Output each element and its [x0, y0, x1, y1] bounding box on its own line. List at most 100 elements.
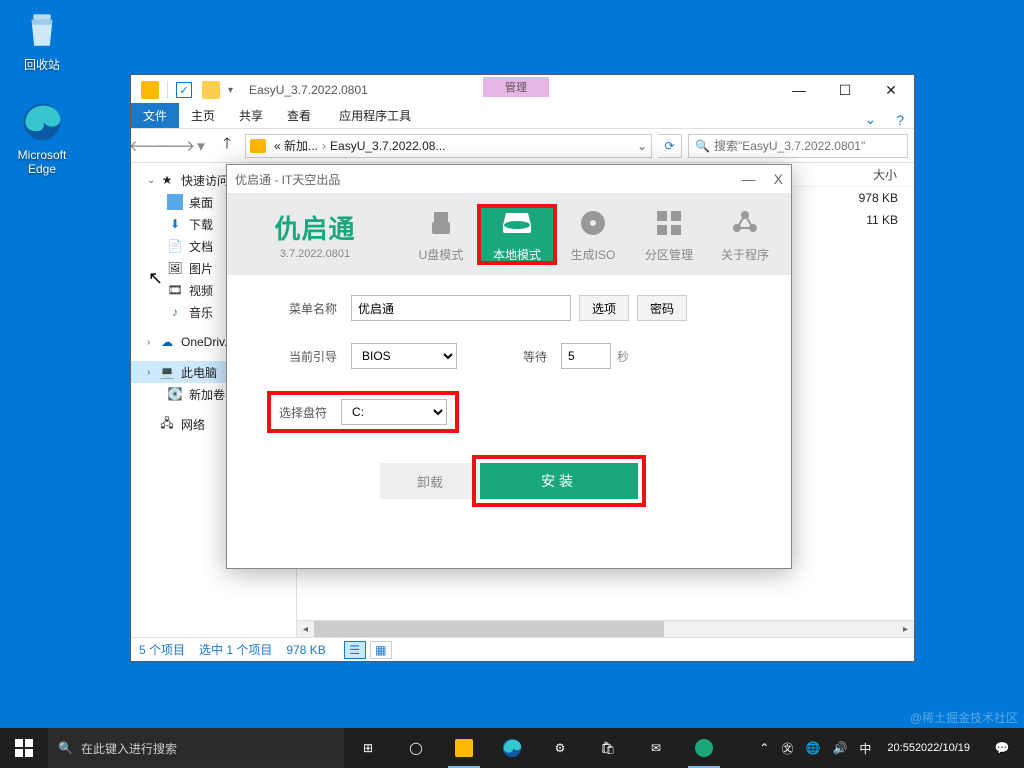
- start-button[interactable]: [0, 728, 48, 768]
- minimize-button[interactable]: —: [742, 171, 756, 187]
- easyu-taskbar-button[interactable]: [680, 728, 728, 768]
- easyu-header: 仇启通 3.7.2022.0801 U盘模式 本地模式 生成ISO 分区管理: [227, 193, 791, 275]
- window-controls: ― ☐ ✕: [776, 75, 914, 105]
- recycle-bin-icon: [18, 6, 66, 54]
- system-tray: ⌃ ㉆ 🌐 🔊 中 20:55 2022/10/19 💬: [753, 728, 1024, 768]
- store-taskbar-button[interactable]: 🛍: [584, 728, 632, 768]
- tray-clock[interactable]: 20:55 2022/10/19: [877, 728, 980, 768]
- tab-view[interactable]: 查看: [275, 103, 323, 128]
- tab-file[interactable]: 文件: [131, 103, 179, 128]
- onedrive-icon: ☁: [159, 334, 175, 350]
- easyu-titlebar[interactable]: 优启通 - IT天空出品 — X: [227, 165, 791, 193]
- taskbar-search[interactable]: 🔍 在此键入进行搜索: [48, 728, 344, 768]
- breadcrumb-segment[interactable]: EasyU_3.7.2022.08...: [330, 139, 445, 153]
- tray-language-button[interactable]: 中: [853, 728, 877, 768]
- boot-label: 当前引导: [267, 348, 337, 365]
- explorer-search[interactable]: 🔍: [688, 134, 908, 158]
- tab-share[interactable]: 共享: [227, 103, 275, 128]
- easyu-window: 优启通 - IT天空出品 — X 仇启通 3.7.2022.0801 U盘模式 …: [226, 164, 792, 569]
- tab-partition[interactable]: 分区管理: [631, 206, 707, 263]
- about-icon: [728, 206, 762, 240]
- mail-taskbar-button[interactable]: ✉: [632, 728, 680, 768]
- cortana-button[interactable]: ◯: [392, 728, 440, 768]
- easyu-actions: 卸载 安装: [267, 463, 751, 499]
- view-large-button[interactable]: ▦: [370, 641, 392, 659]
- tray-overflow-button[interactable]: ⌃: [753, 728, 775, 768]
- watermark: @稀土掘金技术社区: [910, 709, 1018, 726]
- desktop-icon-label: Microsoft Edge: [6, 148, 78, 176]
- menu-name-input[interactable]: [351, 295, 571, 321]
- ribbon-tabs: 文件 主页 共享 查看 应用程序工具 ⌄ ?: [131, 105, 914, 129]
- desktop-icon: [167, 194, 183, 210]
- nav-forward-button[interactable]: 🡒: [163, 134, 187, 158]
- tray-ime-button[interactable]: ㉆: [775, 728, 799, 768]
- star-icon: ★: [159, 172, 175, 188]
- maximize-button[interactable]: ☐: [822, 75, 868, 105]
- close-button[interactable]: X: [774, 171, 783, 187]
- qat-properties-button[interactable]: ✓: [176, 82, 192, 98]
- search-input[interactable]: [714, 139, 901, 153]
- search-placeholder: 在此键入进行搜索: [81, 740, 177, 757]
- drive-label: 选择盘符: [279, 404, 327, 421]
- address-dropdown-button[interactable]: ⌄: [637, 139, 647, 153]
- search-icon: 🔍: [58, 741, 73, 755]
- seconds-label: 秒: [617, 348, 629, 365]
- tray-volume-button[interactable]: 🔊: [826, 728, 853, 768]
- qat-customize-button[interactable]: ▾: [228, 85, 233, 96]
- taskbar: 🔍 在此键入进行搜索 ⊞ ◯ ⚙ 🛍 ✉ ⌃ ㉆ 🌐 🔊 中 20:55 202…: [0, 728, 1024, 768]
- mail-icon: ✉: [651, 741, 661, 755]
- breadcrumb-segment[interactable]: « 新加...: [274, 137, 318, 154]
- settings-taskbar-button[interactable]: ⚙: [536, 728, 584, 768]
- edge-taskbar-button[interactable]: [488, 728, 536, 768]
- drive-select-highlight: 选择盘符 C:: [267, 391, 459, 433]
- disc-icon: [576, 206, 610, 240]
- desktop-edge[interactable]: Microsoft Edge: [6, 98, 78, 176]
- uninstall-button[interactable]: 卸载: [380, 463, 480, 499]
- partition-icon: [652, 206, 686, 240]
- tab-apptools[interactable]: 应用程序工具: [327, 103, 423, 128]
- usb-icon: [424, 206, 458, 240]
- easyu-body: 菜单名称 选项 密码 当前引导 BIOS 等待 秒 选择盘符 C: 卸载 安装: [227, 275, 791, 568]
- tray-network-button[interactable]: 🌐: [799, 728, 826, 768]
- desktop-recycle-bin[interactable]: 回收站: [6, 6, 78, 73]
- ribbon-expand-button[interactable]: ⌄: [854, 111, 886, 128]
- column-size[interactable]: 大小: [844, 166, 914, 183]
- help-button[interactable]: ?: [886, 112, 914, 128]
- window-title: EasyU_3.7.2022.0801: [249, 83, 368, 97]
- edge-icon: [501, 737, 523, 759]
- close-button[interactable]: ✕: [868, 75, 914, 105]
- explorer-taskbar-button[interactable]: [440, 728, 488, 768]
- version-text: 3.7.2022.0801: [227, 248, 403, 260]
- install-button[interactable]: 安装: [480, 463, 638, 499]
- refresh-button[interactable]: ⟳: [658, 134, 682, 158]
- file-size: 11 KB: [844, 213, 914, 227]
- tab-about[interactable]: 关于程序: [707, 206, 783, 263]
- password-button[interactable]: 密码: [637, 295, 687, 321]
- nav-recent-button[interactable]: ▾: [189, 134, 213, 158]
- tab-local-mode[interactable]: 本地模式: [479, 206, 555, 263]
- scrollbar-thumb[interactable]: [314, 621, 664, 638]
- address-bar[interactable]: « 新加... › EasyU_3.7.2022.08... ⌄: [245, 134, 652, 158]
- nav-up-button[interactable]: 🡑: [215, 134, 239, 158]
- gear-icon: ⚙: [555, 741, 566, 755]
- scroll-left-button[interactable]: ◂: [297, 621, 314, 638]
- taskview-button[interactable]: ⊞: [344, 728, 392, 768]
- pictures-icon: 🖼: [167, 260, 183, 276]
- drive-select[interactable]: C:: [341, 399, 447, 425]
- boot-select[interactable]: BIOS: [351, 343, 457, 369]
- tray-notifications-button[interactable]: 💬: [980, 728, 1024, 768]
- minimize-button[interactable]: ―: [776, 75, 822, 105]
- horizontal-scrollbar[interactable]: ◂ ▸: [297, 620, 914, 637]
- view-details-button[interactable]: ☰: [344, 641, 366, 659]
- wait-input[interactable]: [561, 343, 611, 369]
- easyu-title: 优启通 - IT天空出品: [235, 171, 340, 188]
- windows-icon: [15, 739, 33, 757]
- tab-usb-mode[interactable]: U盘模式: [403, 206, 479, 263]
- tab-iso[interactable]: 生成ISO: [555, 206, 631, 263]
- qat-newfolder-button[interactable]: [202, 81, 220, 99]
- menu-name-label: 菜单名称: [267, 300, 337, 317]
- wait-label: 等待: [487, 348, 547, 365]
- tab-home[interactable]: 主页: [179, 103, 227, 128]
- scroll-right-button[interactable]: ▸: [897, 621, 914, 638]
- options-button[interactable]: 选项: [579, 295, 629, 321]
